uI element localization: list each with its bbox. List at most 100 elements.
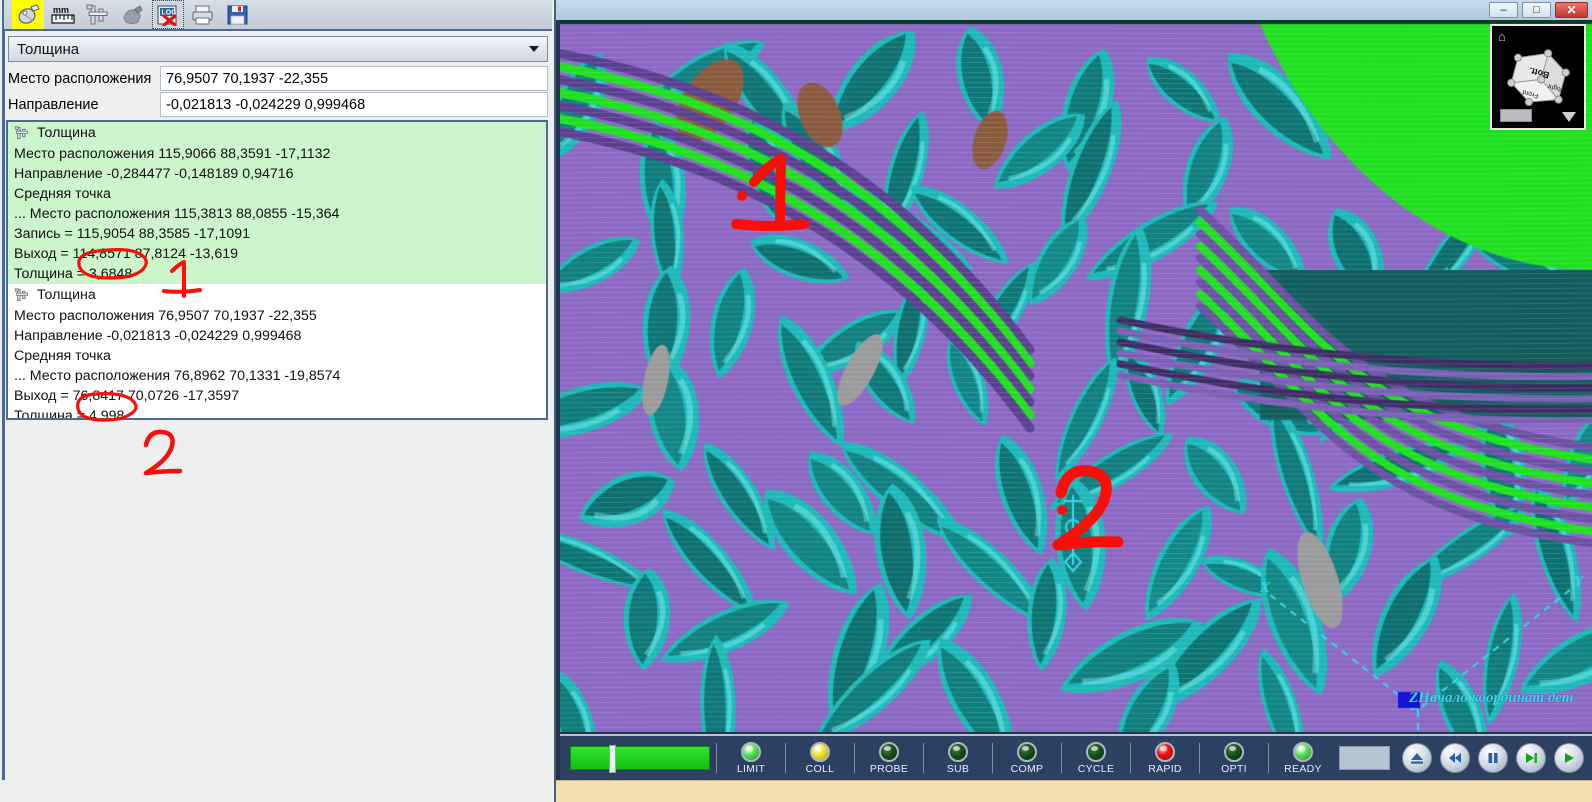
pause-icon [1488, 753, 1498, 763]
result-item-1-title: Толщина [37, 125, 96, 141]
result-item-2-title: Толщина [37, 287, 96, 303]
measurement-results-list[interactable]: Толщина Место расположения 115,9066 88,3… [6, 120, 548, 420]
rewind-icon [1449, 753, 1461, 763]
caliper-icon[interactable] [82, 0, 114, 29]
status-label-comp: COMP [1010, 762, 1044, 775]
status-label-probe: PROBE [869, 762, 909, 775]
minimize-button[interactable]: – [1489, 2, 1518, 18]
delete-location-icon[interactable]: LOC [152, 0, 184, 29]
result-line: Направление -0,021813 -0,024229 0,999468 [14, 328, 302, 344]
result-item-1[interactable]: Толщина Место расположения 115,9066 88,3… [8, 122, 546, 284]
status-indicator-ready: READY [1275, 741, 1331, 775]
result-line: Место расположения 115,9066 88,3591 -17,… [14, 146, 331, 162]
divider [1061, 743, 1062, 773]
simulation-window: – □ ✕ ⌂ Bott. Front Right LIMIT COLL PRO… [556, 0, 1592, 802]
result-line: Место расположения 76,9507 70,1937 -22,3… [14, 308, 317, 324]
led-ready [1293, 741, 1313, 762]
result-line: ... Место расположения 76,8962 70,1331 -… [14, 368, 341, 384]
status-label-cycle: CYCLE [1077, 762, 1115, 775]
divider [1130, 743, 1131, 773]
location-label: Место расположения [8, 70, 152, 87]
result-line: ... Место расположения 115,3813 88,0855 … [14, 206, 340, 222]
measurement-panel: mm LOC Толщина Место расположения 76,950… [0, 0, 556, 802]
bottom-strip [556, 780, 1592, 802]
result-line: Средняя точка [14, 186, 111, 202]
status-indicator-cycle: CYCLE [1068, 741, 1124, 775]
measurement-mode-select-row: Толщина [8, 36, 548, 62]
caliper-icon [14, 288, 28, 301]
step-forward-icon [1526, 753, 1537, 763]
caliper-icon [14, 126, 28, 139]
direction-input[interactable]: -0,021813 -0,024229 0,999468 [160, 92, 548, 117]
status-message-field[interactable] [1339, 746, 1390, 770]
result-line: Направление -0,284477 -0,148189 0,94716 [14, 166, 294, 182]
result-line: Средняя точка [14, 348, 111, 364]
machine-status-bar: LIMIT COLL PROBE SUB COMP CYCLE RAPID OP… [560, 734, 1592, 780]
led-coll [810, 741, 830, 762]
status-label-rapid: RAPID [1148, 762, 1182, 775]
step-forward-button[interactable] [1516, 743, 1546, 773]
led-sub [948, 741, 968, 762]
feed-rate-knob[interactable] [609, 745, 616, 773]
close-button[interactable]: ✕ [1555, 2, 1588, 18]
feed-rate-slider[interactable] [570, 745, 710, 773]
result-line: Выход = 76,8417 70,0726 -17,3597 [14, 388, 240, 404]
measure-toolbar: mm LOC [4, 0, 552, 31]
minimize-icon: – [1500, 3, 1507, 16]
status-indicator-sub: SUB [930, 741, 986, 775]
chevron-down-icon [529, 46, 539, 52]
divider [1268, 743, 1269, 773]
divider [1199, 743, 1200, 773]
millimeter-ruler-icon[interactable]: mm [47, 0, 79, 29]
status-indicator-opti: OPTI [1206, 741, 1262, 775]
close-icon: ✕ [1566, 3, 1577, 17]
result-item-2-header: Толщина [8, 284, 546, 306]
3d-render-canvas[interactable] [560, 20, 1592, 732]
status-label-limit: LIMIT [736, 762, 766, 775]
led-rapid [1155, 741, 1175, 762]
status-indicator-coll: COLL [792, 741, 848, 775]
direction-field-row: Направление -0,021813 -0,024229 0,999468 [8, 92, 548, 117]
status-label-opti: OPTI [1221, 762, 1247, 775]
play-button[interactable] [1554, 743, 1584, 773]
divider [854, 743, 855, 773]
result-line: Запись = 115,9054 88,3585 -17,1091 [14, 226, 251, 242]
rewind-button[interactable] [1440, 743, 1470, 773]
view-cube-color-swatch[interactable] [1500, 109, 1532, 122]
view-cube[interactable]: Bott. Front Right [1504, 40, 1576, 112]
view-cube-dropdown-icon[interactable] [1562, 112, 1576, 122]
pause-button[interactable] [1478, 743, 1508, 773]
result-item-2[interactable]: Толщина Место расположения 76,9507 70,19… [8, 284, 546, 418]
floppy-save-icon[interactable] [222, 0, 254, 29]
window-title-bar: – □ ✕ [556, 0, 1592, 20]
status-indicator-comp: COMP [999, 741, 1055, 775]
view-cube-widget[interactable]: ⌂ Bott. Front Right [1490, 24, 1586, 130]
bottom-strip-left [0, 780, 556, 802]
led-opti [1224, 741, 1244, 762]
led-limit [741, 741, 761, 762]
eject-button[interactable] [1402, 743, 1432, 773]
printer-icon[interactable] [187, 0, 219, 29]
play-icon [1565, 753, 1574, 763]
status-indicator-group: LIMIT COLL PROBE SUB COMP CYCLE RAPID OP… [723, 741, 1331, 775]
mouse-probe-icon[interactable] [12, 0, 44, 29]
divider [923, 743, 924, 773]
result-line-thickness-1: Толщина = 3,6848 [14, 266, 133, 282]
3d-viewport[interactable]: ⌂ Bott. Front Right [560, 20, 1592, 732]
hand-pick-icon[interactable] [117, 0, 149, 29]
maximize-button[interactable]: □ [1522, 2, 1551, 18]
led-comp [1017, 741, 1037, 762]
direction-label: Направление [8, 96, 99, 113]
results-empty-area [6, 420, 548, 796]
status-label-ready: READY [1284, 762, 1322, 775]
status-indicator-probe: PROBE [861, 741, 917, 775]
divider [992, 743, 993, 773]
measurement-mode-select[interactable]: Толщина [8, 36, 548, 62]
status-indicator-rapid: RAPID [1137, 741, 1193, 775]
location-input[interactable]: 76,9507 70,1937 -22,355 [160, 66, 548, 91]
status-indicator-limit: LIMIT [723, 741, 779, 775]
result-line: Выход = 114,8571 87,8124 -13,619 [14, 246, 239, 262]
led-probe [879, 741, 899, 762]
measurement-mode-value: Толщина [17, 40, 80, 58]
origin-coordinate-label: ZНачало координат дет [1409, 690, 1574, 706]
